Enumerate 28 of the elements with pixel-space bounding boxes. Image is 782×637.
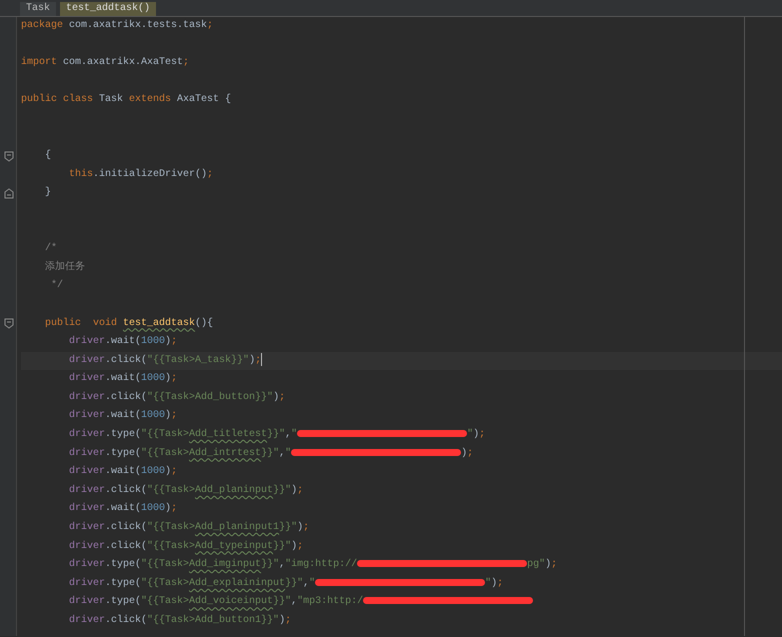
code-line: driver.type("{{Task>Add_titletest}}"," "); <box>68 428 486 442</box>
code-line: driver.wait(1000); <box>68 372 178 386</box>
code-line: driver.wait(1000); <box>68 408 178 424</box>
code-line: } <box>44 186 52 200</box>
code-line: driver.type("{{Task>Add_imginput}}","img:http:// pg"); <box>68 558 558 572</box>
code-line: public void test_addtask(){ <box>44 316 214 330</box>
code-line: driver.wait(1000); <box>68 334 178 350</box>
code-line: import com.axatrikx.AxaTest; <box>21 56 190 70</box>
code-line: public class Task extends AxaTest { <box>21 92 232 108</box>
code-line: driver.click("{{Task>A_task}}"); <box>68 352 262 368</box>
code-line: driver.click("{{Task>Add_typeinput}}"); <box>68 540 304 554</box>
code-line: 添加任务 <box>44 260 86 275</box>
code-line: driver.wait(1000); <box>68 464 178 480</box>
breadcrumb-tab[interactable]: test_addtask() <box>60 2 156 16</box>
code-line: driver.click("{{Task>Add_planinput1}}"); <box>68 520 310 536</box>
code-line: driver.click("{{Task>Add_planinput}}"); <box>68 484 304 498</box>
code-line: package com.axatrikx.tests.task; <box>21 18 214 33</box>
code-line: driver.wait(1000); <box>68 502 178 516</box>
code-line: driver.click("{{Task>Add_button1}}"); <box>68 614 292 628</box>
breadcrumb-tab[interactable]: Task <box>20 2 56 16</box>
code-line: */ <box>50 278 64 294</box>
code-line: this.initializeDriver(); <box>68 168 214 182</box>
code-line: /* <box>44 242 58 256</box>
code-line: driver.type("{{Task>Add_voiceinput}}","mp3:http:/ <box>21 593 534 612</box>
code-line: driver.click("{{Task>Add_button}}"); <box>68 390 286 405</box>
code-line: driver.type("{{Task>Add_intrtest}}"," ); <box>68 446 474 461</box>
code-line: { <box>44 148 52 164</box>
code-line: driver.type("{{Task>Add_explaininput}}"," "); <box>68 576 504 591</box>
